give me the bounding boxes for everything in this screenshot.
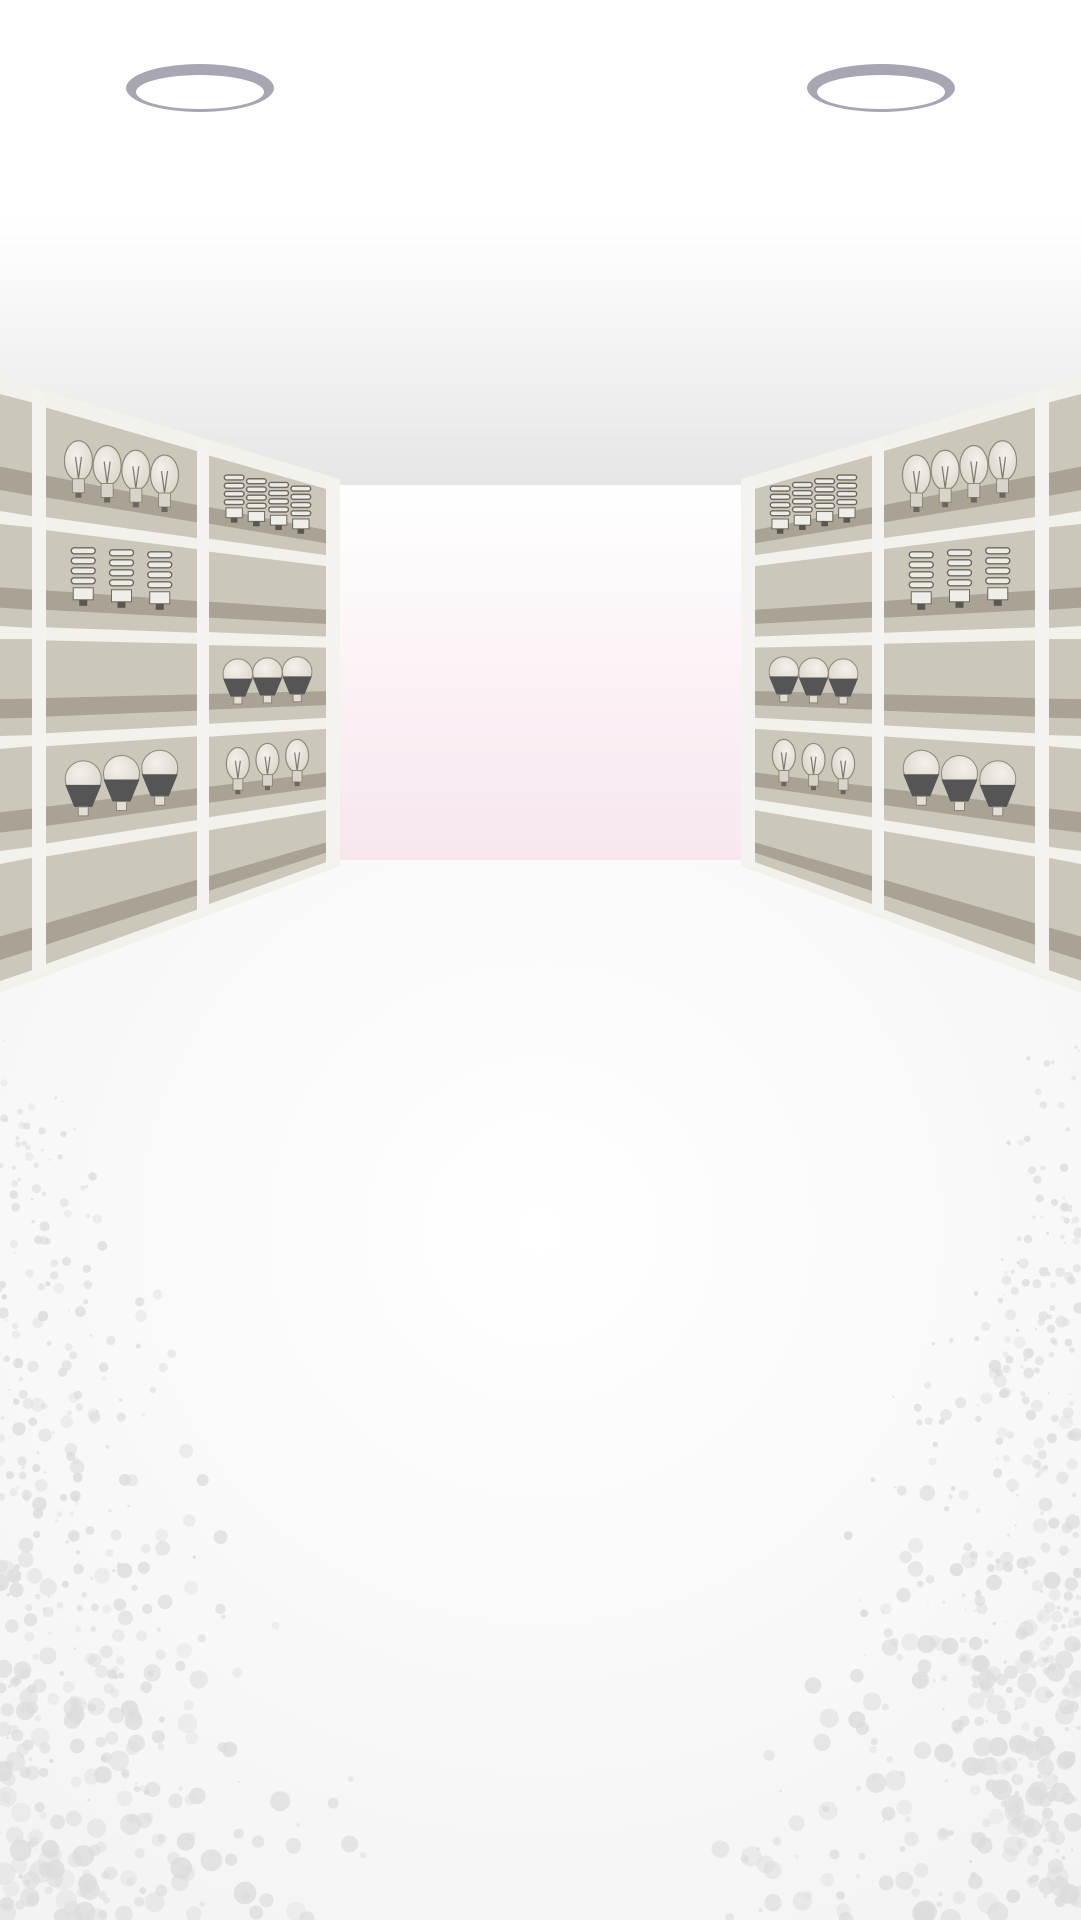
ceiling-light-right (807, 64, 955, 112)
back-wall (340, 485, 745, 860)
store-aisle-scene (0, 0, 1081, 1920)
ceiling-light-left (126, 64, 274, 112)
scene-canvas (0, 0, 1081, 1920)
floor (0, 860, 1081, 1920)
